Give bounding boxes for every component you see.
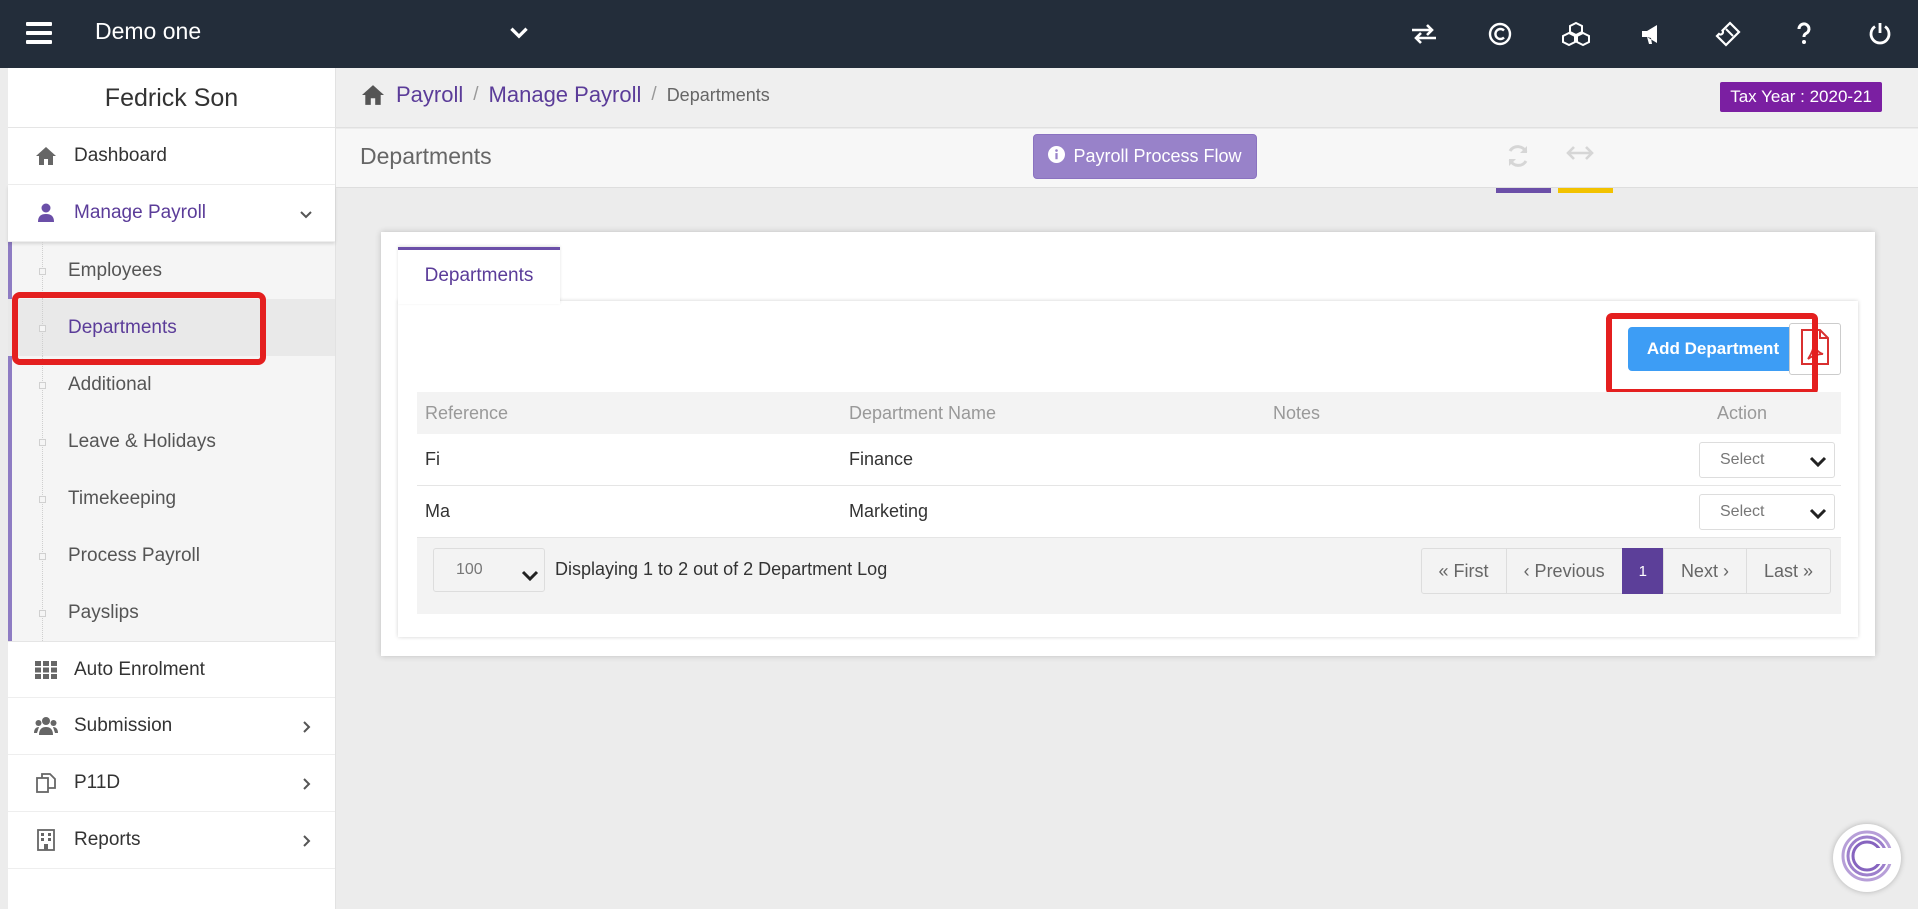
highlight-box-departments [12, 292, 266, 365]
breadcrumb-payroll[interactable]: Payroll [396, 82, 463, 108]
sidebar-item-label: Auto Enrolment [74, 658, 205, 680]
departments-panel: Departments Add Department Reference Dep… [381, 232, 1875, 656]
breadcrumb-separator: / [473, 84, 479, 105]
sidebar-subitem-label: Timekeeping [68, 487, 177, 509]
transfer-icon[interactable] [1386, 0, 1462, 68]
sidebar: Fedrick Son Dashboard Manage Payroll Emp… [8, 68, 336, 909]
breadcrumb-bar: Payroll / Manage Payroll / Departments T… [336, 68, 1918, 128]
sidebar-item-label: Manage Payroll [74, 202, 207, 223]
expand-indicator-bar [1558, 188, 1613, 193]
sidebar-item-label: P11D [74, 772, 121, 793]
tab-departments[interactable]: Departments [398, 247, 560, 304]
action-select-value: Select [1720, 502, 1765, 520]
column-header-action: Action [1716, 402, 1767, 423]
home-icon [32, 145, 60, 167]
chevron-right-icon [299, 775, 313, 797]
payroll-process-flow-label: Payroll Process Flow [1073, 146, 1242, 166]
sidebar-item-reports[interactable]: Reports [8, 812, 335, 869]
breadcrumb-manage-payroll[interactable]: Manage Payroll [489, 82, 642, 108]
pagination-previous-button[interactable]: ‹ Previous [1505, 548, 1623, 594]
chevron-down-icon [520, 560, 540, 602]
breadcrumb-separator: / [651, 84, 657, 105]
copyright-icon[interactable] [1462, 0, 1538, 68]
pagination-next-button[interactable]: Next › [1662, 548, 1747, 594]
help-icon[interactable] [1766, 0, 1842, 68]
chevron-right-icon [299, 718, 313, 740]
sidebar-item-label: Dashboard [74, 145, 167, 166]
sidebar-item-auto-enrolment[interactable]: Auto Enrolment [8, 641, 335, 698]
support-chat-button[interactable] [1833, 824, 1901, 892]
sidebar-subitem-employees[interactable]: Employees [8, 242, 335, 299]
cell-reference: Ma [425, 501, 451, 521]
sidebar-subitem-label: Process Payroll [68, 544, 200, 566]
pagination: « First ‹ Previous 1 Next › Last » [1420, 548, 1831, 594]
user-name: Fedrick Son [8, 68, 335, 128]
breadcrumb: Payroll / Manage Payroll / Departments [360, 82, 770, 108]
users-icon [32, 715, 60, 737]
payroll-process-flow-button[interactable]: Payroll Process Flow [1033, 134, 1257, 179]
highlight-box-add-department [1606, 313, 1818, 395]
breadcrumb-current: Departments [666, 84, 770, 105]
refresh-icon[interactable] [1496, 143, 1551, 193]
sidebar-subitem-leave-holidays[interactable]: Leave & Holidays [8, 413, 335, 470]
table-header: Reference Department Name Notes Action [417, 392, 1841, 434]
page-title: Departments [360, 143, 492, 169]
sidebar-subitem-label: Payslips [68, 601, 139, 623]
chevron-down-icon [1808, 451, 1828, 476]
pagination-last-button[interactable]: Last » [1745, 548, 1831, 594]
action-select[interactable]: Select [1699, 441, 1835, 478]
per-page-select[interactable]: 100 [433, 548, 545, 592]
table-row: Fi Finance Select [417, 434, 1841, 486]
sidebar-item-dashboard[interactable]: Dashboard [8, 128, 335, 185]
chevron-down-icon [1808, 503, 1828, 528]
sidebar-item-label: Submission [74, 715, 173, 736]
sidebar-item-manage-payroll[interactable]: Manage Payroll [8, 185, 335, 242]
sidebar-item-p11d[interactable]: P11D [8, 755, 335, 812]
sidebar-subitem-timekeeping[interactable]: Timekeeping [8, 470, 335, 527]
sidebar-subitem-label: Additional [68, 373, 152, 395]
sidebar-item-label: Reports [74, 829, 141, 850]
chevron-down-icon [299, 205, 313, 227]
copy-icon [32, 772, 60, 794]
company-name[interactable]: Demo one [95, 18, 201, 45]
top-navbar: Demo one [0, 0, 1918, 68]
bullhorn-icon[interactable] [1614, 0, 1690, 68]
grid-icon [32, 659, 60, 681]
home-icon[interactable] [360, 84, 386, 106]
power-icon[interactable] [1842, 0, 1918, 68]
ticket-icon[interactable] [1690, 0, 1766, 68]
chevron-down-icon[interactable] [506, 20, 532, 51]
action-select-value: Select [1720, 450, 1765, 468]
table-footer: 100 Displaying 1 to 2 out of 2 Departmen… [417, 538, 1841, 614]
per-page-value: 100 [456, 561, 483, 578]
action-select[interactable]: Select [1699, 493, 1835, 530]
expand-horizontal-icon[interactable] [1558, 143, 1613, 193]
sidebar-subitem-payslips[interactable]: Payslips [8, 584, 335, 641]
column-header-notes[interactable]: Notes [1273, 403, 1320, 424]
user-icon [32, 202, 60, 224]
pagination-page-button[interactable]: 1 [1621, 548, 1664, 594]
pagination-first-button[interactable]: « First [1420, 548, 1507, 594]
column-header-reference[interactable]: Reference [425, 403, 508, 424]
sidebar-subitem-process-payroll[interactable]: Process Payroll [8, 527, 335, 584]
sidebar-item-submission[interactable]: Submission [8, 698, 335, 755]
refresh-indicator-bar [1496, 188, 1551, 193]
cell-department-name: Marketing [849, 501, 929, 521]
brand-logo-icon [1839, 828, 1895, 889]
table-row: Ma Marketing Select [417, 486, 1841, 538]
page-header: Departments Payroll Process Flow [336, 129, 1918, 193]
cell-reference: Fi [425, 449, 440, 469]
sidebar-subitem-label: Leave & Holidays [68, 430, 216, 452]
tax-year-badge: Tax Year : 2020-21 [1720, 82, 1882, 112]
column-header-department-name[interactable]: Department Name [849, 403, 996, 424]
cubes-icon[interactable] [1538, 0, 1614, 68]
building-icon [32, 829, 60, 851]
info-icon [1048, 145, 1066, 168]
pagination-summary: Displaying 1 to 2 out of 2 Department Lo… [555, 559, 888, 579]
chevron-right-icon [299, 832, 313, 854]
sidebar-subitem-label: Employees [68, 259, 162, 281]
menu-icon[interactable] [26, 22, 52, 44]
departments-content: Add Department Reference Department Name… [398, 301, 1858, 637]
cell-department-name: Finance [849, 449, 914, 469]
